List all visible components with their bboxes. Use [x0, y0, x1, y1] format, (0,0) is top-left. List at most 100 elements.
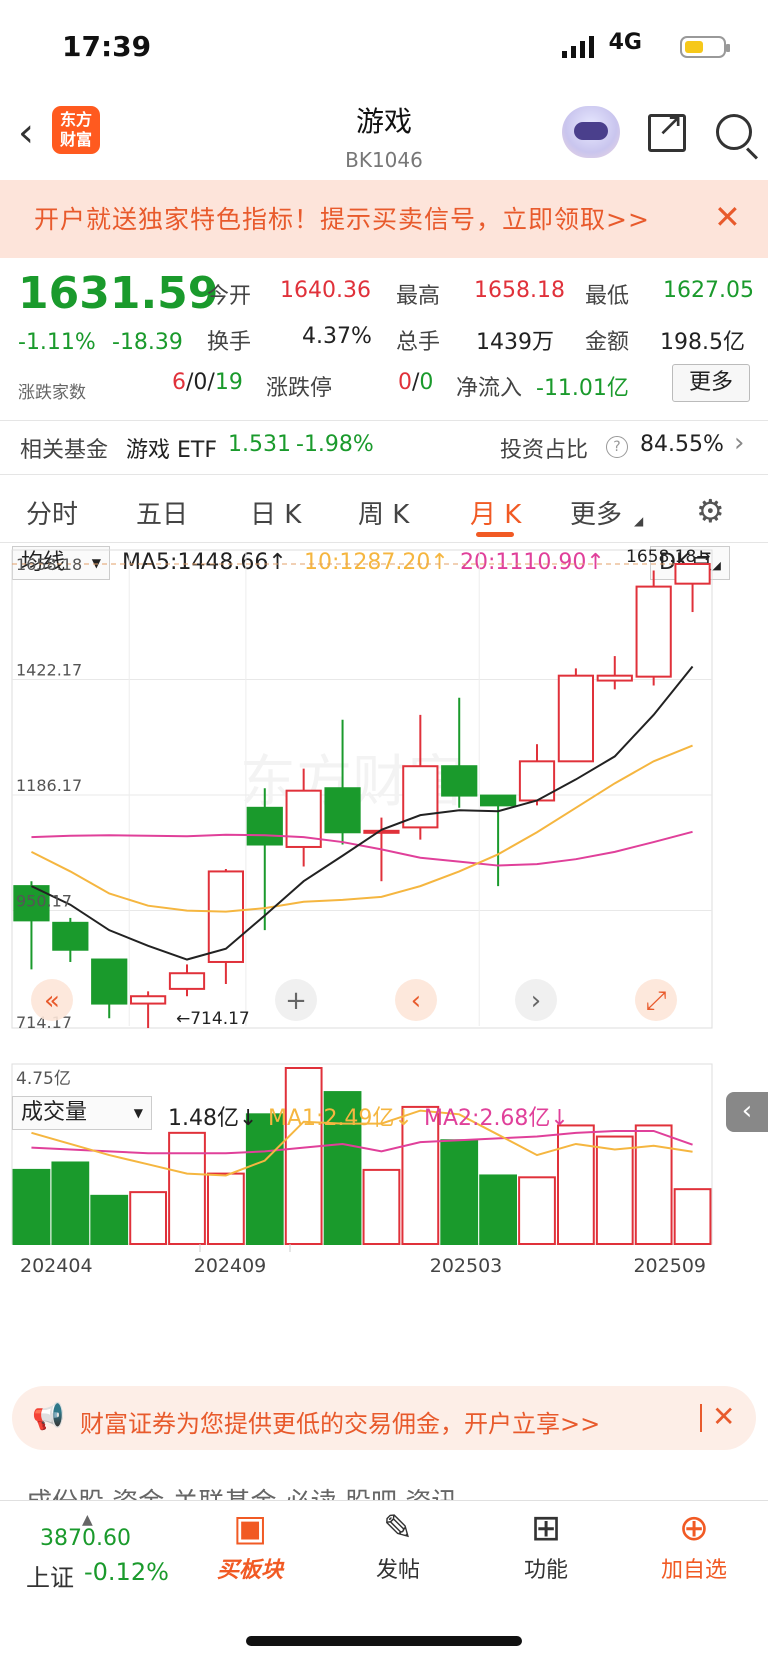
turnover-value: 4.37%: [302, 324, 372, 349]
sector-trade-icon[interactable]: ▣: [190, 1508, 310, 1549]
fund-label: 相关基金: [20, 438, 109, 463]
volume-bar: [362, 1168, 401, 1245]
volume-bar: [284, 1067, 323, 1245]
candle-body: [52, 921, 89, 951]
assistant-robot-icon[interactable]: [562, 106, 620, 158]
volume-max-label: 4.75亿: [16, 1069, 71, 1089]
post-button[interactable]: 发帖: [338, 1552, 458, 1584]
index-value[interactable]: 3870.60: [40, 1526, 131, 1551]
ratio-label: 投资占比: [500, 438, 589, 463]
ma20-line: [31, 830, 693, 867]
volume-bar: [673, 1188, 712, 1246]
amount-label: 金额: [585, 330, 630, 355]
change-percent: -1.11%: [18, 330, 96, 355]
volume-label: 总手: [396, 330, 441, 355]
change-amount: -18.39: [112, 330, 183, 355]
scroll-left-icon[interactable]: «: [31, 979, 73, 1021]
x-tick-label: 202509: [633, 1255, 706, 1277]
buy-sector-button[interactable]: 买板块: [190, 1552, 310, 1584]
y-tick-label: 1658.18: [16, 555, 82, 574]
close-icon[interactable]: ✕: [712, 1400, 735, 1433]
limit-values: 0/0: [398, 370, 434, 395]
close-icon[interactable]: ✕: [714, 198, 741, 236]
volume-bar: [595, 1135, 634, 1245]
help-icon[interactable]: ?: [606, 436, 628, 458]
fund-value: 1.531: [228, 432, 291, 457]
tab-intraday[interactable]: 分时: [26, 494, 78, 531]
candle-body: [168, 972, 206, 990]
share-icon[interactable]: [648, 105, 686, 152]
y-tick-label: 1186.17: [16, 776, 82, 795]
vol-ma1-readout: MA1:2.49亿↓: [268, 1106, 413, 1131]
volume-readout: 1.48亿↓: [168, 1106, 258, 1131]
volume-select[interactable]: 成交量 ▼: [12, 1096, 152, 1130]
search-icon[interactable]: [716, 114, 752, 150]
control-button-glyph: ⤢: [646, 986, 667, 1016]
candle-body: [363, 829, 400, 834]
chevron-down-icon: ▼: [133, 1106, 143, 1120]
flat-count: 0: [193, 370, 208, 395]
volume-bar: [168, 1131, 206, 1245]
divider: [0, 420, 768, 421]
megaphone-icon: 📢: [32, 1402, 65, 1432]
more-button[interactable]: 更多: [672, 364, 750, 402]
signal-icon: [562, 36, 594, 58]
volume-bar: [518, 1176, 556, 1245]
low-label: 最低: [585, 284, 630, 309]
dropdown-icon: ◢: [634, 514, 644, 528]
control-button-glyph: ‹: [411, 986, 421, 1016]
x-tick-label: 202503: [430, 1255, 503, 1277]
index-change[interactable]: -0.12%: [84, 1558, 169, 1586]
low-value: 1627.05: [663, 278, 754, 303]
fullscreen-icon[interactable]: ⤢: [635, 979, 677, 1021]
volume-bar: [245, 1113, 284, 1245]
add-watchlist-button[interactable]: 加自选: [634, 1552, 754, 1584]
ratio-value: 84.55%: [640, 432, 724, 457]
next-icon[interactable]: ›: [515, 979, 557, 1021]
add-circle-icon[interactable]: ⊕: [634, 1508, 754, 1549]
y-tick-label: 1422.17: [16, 661, 82, 680]
prev-icon[interactable]: ‹: [395, 979, 437, 1021]
max-price-label: 1658.18→: [626, 547, 711, 567]
open-value: 1640.36: [280, 278, 371, 303]
fund-change: -1.98%: [296, 432, 374, 457]
volume-bar: [634, 1124, 673, 1245]
chart-controls: « + ‹ › ⤢: [31, 979, 677, 1021]
promo-text[interactable]: 财富证券为您提供更低的交易佣金，开户立享>>: [80, 1404, 600, 1439]
banner-text[interactable]: 开户就送独家特色指标！提示买卖信号，立即领取>>: [34, 200, 650, 236]
volume-bar: [207, 1172, 245, 1245]
open-label: 今开: [207, 284, 252, 309]
netflow-label: 净流入: [456, 376, 523, 401]
gear-icon[interactable]: ⚙: [696, 492, 725, 530]
index-name[interactable]: 上证: [26, 1558, 74, 1593]
functions-button[interactable]: 功能: [486, 1552, 606, 1584]
control-button-glyph: «: [44, 986, 60, 1016]
tab-daily-k[interactable]: 日 K: [250, 494, 301, 531]
collapse-panel-icon[interactable]: ‹: [726, 1092, 768, 1132]
candle-body: [130, 995, 167, 1005]
divider: [0, 542, 768, 543]
zoom-in-icon[interactable]: +: [275, 979, 317, 1021]
tab-active-indicator: [476, 532, 514, 537]
fund-name[interactable]: 游戏 ETF: [126, 432, 217, 464]
candle-body: [635, 585, 672, 678]
grid-icon[interactable]: ⊞: [486, 1508, 606, 1549]
kline-chart[interactable]: 东方财富 1658.181422.171186.17950.17714.1716…: [0, 546, 768, 1356]
tab-weekly-k[interactable]: 周 K: [358, 494, 409, 531]
chevron-right-icon[interactable]: ›: [734, 428, 744, 458]
volume-select-label: 成交量: [21, 1100, 88, 1125]
tab-more[interactable]: 更多: [570, 494, 622, 531]
candle-body: [596, 674, 633, 682]
candle-body: [324, 787, 361, 834]
edit-icon[interactable]: ✎: [338, 1508, 458, 1549]
candle-body: [402, 765, 439, 829]
control-button-glyph: +: [285, 986, 307, 1016]
amount-value: 198.5亿: [660, 330, 745, 355]
tab-monthly-k[interactable]: 月 K: [470, 494, 521, 531]
tab-five-day[interactable]: 五日: [136, 494, 188, 531]
down-count: 19: [214, 370, 243, 395]
volume-bar: [129, 1191, 168, 1246]
breadth-label: 涨跌家数: [18, 383, 86, 403]
current-price: 1631.59: [18, 268, 219, 319]
volume-bar: [12, 1168, 51, 1245]
